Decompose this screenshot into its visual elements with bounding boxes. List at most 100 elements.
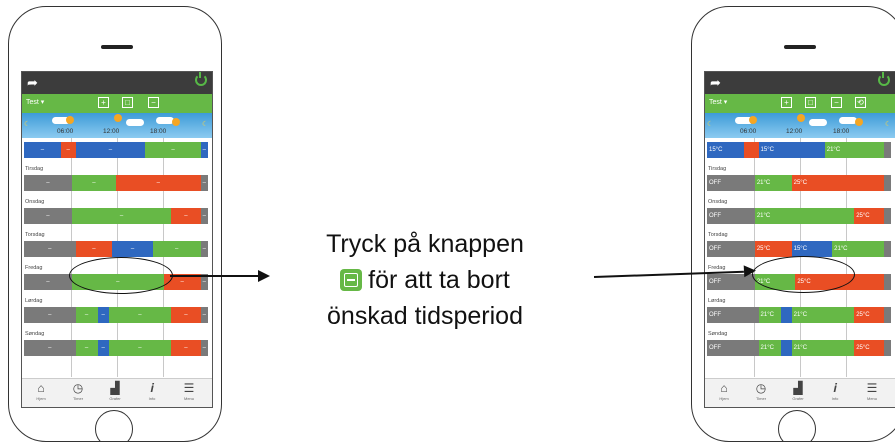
- copy-button[interactable]: □: [122, 97, 133, 108]
- time-period-segment[interactable]: 15°C: [791, 241, 833, 257]
- undo-button[interactable]: ⟲: [855, 97, 866, 108]
- time-period-segment[interactable]: [743, 142, 759, 158]
- moon-icon: ☾: [885, 121, 892, 128]
- time-period-segment[interactable]: –: [24, 274, 72, 290]
- time-period-segment[interactable]: –: [171, 307, 201, 323]
- program-selector[interactable]: Test ▾: [26, 98, 44, 106]
- nav-item-timer[interactable]: ◷ Timer: [746, 380, 776, 401]
- time-period-segment[interactable]: –: [200, 142, 208, 158]
- time-period-segment[interactable]: [883, 307, 891, 323]
- add-period-button[interactable]: +: [98, 97, 109, 108]
- time-period-segment[interactable]: 21°C: [758, 340, 781, 356]
- nav-item-hjem[interactable]: ⌂ Hjem: [709, 380, 739, 401]
- time-period-segment[interactable]: –: [24, 307, 76, 323]
- back-icon[interactable]: ➦: [27, 75, 38, 91]
- nav-item-grafer[interactable]: ▟ Grafer: [100, 380, 130, 401]
- time-period-segment[interactable]: OFF: [707, 208, 755, 224]
- time-period-segment[interactable]: OFF: [707, 175, 755, 191]
- time-period-segment[interactable]: –: [24, 142, 61, 158]
- time-period-segment[interactable]: 21°C: [832, 241, 884, 257]
- time-period-segment[interactable]: –: [75, 340, 98, 356]
- time-period-segment[interactable]: –: [108, 340, 172, 356]
- arrowhead: [258, 270, 270, 282]
- time-period-segment[interactable]: –: [24, 340, 76, 356]
- time-period-segment[interactable]: –: [24, 175, 72, 191]
- top-bar: ➦: [22, 72, 212, 94]
- time-period-segment[interactable]: [883, 142, 891, 158]
- program-selector[interactable]: Test ▾: [709, 98, 727, 106]
- caption-line: önskad tidsperiod: [327, 302, 523, 330]
- day-label: Tirsdag: [25, 166, 44, 172]
- nav-item-menu[interactable]: ☰ Menu: [174, 380, 204, 401]
- time-period-segment[interactable]: 21°C: [754, 208, 855, 224]
- home-button[interactable]: [778, 410, 816, 441]
- schedule-row: Tirsdag – – – –: [22, 165, 212, 197]
- moon-icon: ☾: [24, 121, 31, 128]
- time-period-segment[interactable]: 25°C: [854, 307, 884, 323]
- nav-label: Menu: [866, 396, 877, 401]
- time-period-segment[interactable]: –: [171, 340, 201, 356]
- time-period-segment[interactable]: –: [145, 142, 201, 158]
- time-period-segment[interactable]: 15°C: [707, 142, 744, 158]
- time-period-segment[interactable]: 15°C: [758, 142, 825, 158]
- copy-button[interactable]: □: [805, 97, 816, 108]
- time-period-segment[interactable]: OFF: [707, 307, 759, 323]
- nav-item-info[interactable]: 𝒊 Info: [820, 380, 850, 401]
- time-period-segment[interactable]: –: [97, 340, 109, 356]
- time-period-segment[interactable]: –: [200, 241, 208, 257]
- nav-icon: ▟: [793, 381, 803, 395]
- time-period-segment[interactable]: OFF: [707, 340, 759, 356]
- time-period-segment[interactable]: –: [75, 307, 98, 323]
- nav-item-info[interactable]: 𝒊 Info: [137, 380, 167, 401]
- power-icon[interactable]: [195, 72, 207, 86]
- nav-icon: ◷: [755, 381, 767, 395]
- time-period-segment[interactable]: OFF: [707, 241, 755, 257]
- time-period-segment[interactable]: –: [200, 208, 208, 224]
- time-period-segment[interactable]: –: [171, 208, 201, 224]
- nav-item-menu[interactable]: ☰ Menu: [857, 380, 887, 401]
- nav-icon: 𝒊: [150, 381, 154, 395]
- time-period-segment[interactable]: [883, 175, 891, 191]
- time-period-segment[interactable]: –: [112, 241, 153, 257]
- time-period-segment[interactable]: –: [152, 241, 201, 257]
- remove-period-button[interactable]: −: [831, 97, 842, 108]
- time-period-segment[interactable]: –: [60, 142, 76, 158]
- speaker: [101, 45, 133, 49]
- time-period-segment[interactable]: –: [97, 307, 109, 323]
- time-period-segment[interactable]: 21°C: [754, 175, 792, 191]
- home-button[interactable]: [95, 410, 133, 441]
- time-period-segment[interactable]: –: [71, 208, 172, 224]
- time-period-segment[interactable]: –: [200, 307, 208, 323]
- back-icon[interactable]: ➦: [710, 75, 721, 91]
- time-period-segment[interactable]: 21°C: [791, 340, 855, 356]
- time-period-segment[interactable]: 25°C: [791, 175, 884, 191]
- time-period-segment[interactable]: –: [71, 175, 116, 191]
- nav-item-timer[interactable]: ◷ Timer: [63, 380, 93, 401]
- time-period-segment[interactable]: –: [75, 142, 146, 158]
- time-period-segment[interactable]: –: [200, 340, 208, 356]
- time-period-segment[interactable]: –: [108, 307, 172, 323]
- remove-button-icon: [340, 269, 363, 291]
- nav-item-hjem[interactable]: ⌂ Hjem: [26, 380, 56, 401]
- time-period-segment[interactable]: [780, 307, 792, 323]
- time-period-segment[interactable]: –: [24, 241, 76, 257]
- remove-period-button[interactable]: −: [148, 97, 159, 108]
- time-period-segment[interactable]: [883, 241, 891, 257]
- time-period-segment[interactable]: 25°C: [854, 340, 884, 356]
- power-icon[interactable]: [878, 72, 890, 86]
- time-period-segment[interactable]: [883, 340, 891, 356]
- time-period-segment[interactable]: [883, 208, 891, 224]
- add-period-button[interactable]: +: [781, 97, 792, 108]
- time-period-segment[interactable]: –: [200, 175, 208, 191]
- time-period-segment[interactable]: 21°C: [791, 307, 855, 323]
- time-period-segment[interactable]: 21°C: [824, 142, 884, 158]
- time-period-segment[interactable]: [780, 340, 792, 356]
- time-period-segment[interactable]: –: [75, 241, 113, 257]
- time-period-segment[interactable]: –: [24, 208, 72, 224]
- nav-item-grafer[interactable]: ▟ Grafer: [783, 380, 813, 401]
- time-period-segment[interactable]: [883, 274, 891, 290]
- time-period-segment[interactable]: 25°C: [754, 241, 792, 257]
- time-period-segment[interactable]: 21°C: [758, 307, 781, 323]
- time-period-segment[interactable]: –: [116, 175, 201, 191]
- time-period-segment[interactable]: 25°C: [854, 208, 884, 224]
